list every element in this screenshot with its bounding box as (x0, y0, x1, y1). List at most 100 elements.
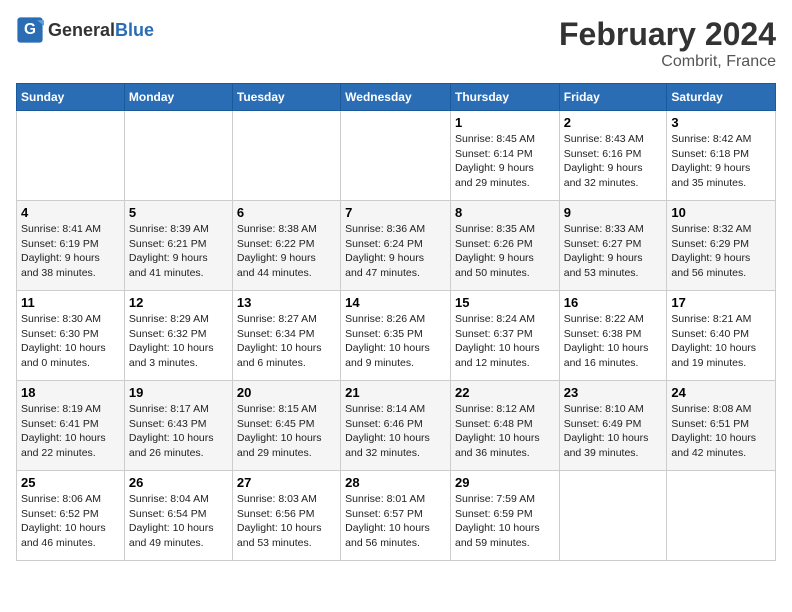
day-info: Sunrise: 8:22 AMSunset: 6:38 PMDaylight:… (564, 312, 663, 371)
day-info: Sunrise: 8:35 AMSunset: 6:26 PMDaylight:… (455, 222, 555, 281)
day-number: 21 (345, 385, 446, 400)
day-number: 4 (21, 205, 120, 220)
logo-blue-text: Blue (115, 20, 154, 41)
day-number: 1 (455, 115, 555, 130)
day-number: 22 (455, 385, 555, 400)
calendar-cell (667, 471, 776, 561)
calendar-subtitle: Combrit, France (559, 53, 776, 71)
weekday-header-monday: Monday (124, 84, 232, 111)
calendar-cell (559, 471, 667, 561)
calendar-cell: 18 Sunrise: 8:19 AMSunset: 6:41 PMDayligh… (17, 381, 125, 471)
day-info: Sunrise: 8:14 AMSunset: 6:46 PMDaylight:… (345, 402, 446, 461)
day-info: Sunrise: 8:45 AMSunset: 6:14 PMDaylight:… (455, 132, 555, 191)
title-block: February 2024 Combrit, France (559, 16, 776, 71)
day-number: 23 (564, 385, 663, 400)
day-number: 7 (345, 205, 446, 220)
calendar-cell: 3 Sunrise: 8:42 AMSunset: 6:18 PMDaylight… (667, 111, 776, 201)
week-row-2: 4Sunrise: 8:41 AMSunset: 6:19 PMDaylight… (17, 201, 776, 291)
day-number: 10 (671, 205, 771, 220)
day-info: Sunrise: 8:06 AMSunset: 6:52 PMDaylight:… (21, 492, 120, 551)
calendar-cell: 4Sunrise: 8:41 AMSunset: 6:19 PMDaylight… (17, 201, 125, 291)
day-info: Sunrise: 8:24 AMSunset: 6:37 PMDaylight:… (455, 312, 555, 371)
calendar-cell: 13 Sunrise: 8:27 AMSunset: 6:34 PMDayligh… (232, 291, 340, 381)
calendar-cell: 19Sunrise: 8:17 AMSunset: 6:43 PMDayligh… (124, 381, 232, 471)
day-number: 17 (671, 295, 771, 310)
day-info: Sunrise: 8:03 AMSunset: 6:56 PMDaylight:… (237, 492, 336, 551)
calendar-cell: 2 Sunrise: 8:43 AMSunset: 6:16 PMDaylight… (559, 111, 667, 201)
day-info: Sunrise: 8:29 AMSunset: 6:32 PMDaylight:… (129, 312, 228, 371)
day-number: 18 (21, 385, 120, 400)
week-row-3: 11 Sunrise: 8:30 AMSunset: 6:30 PMDayligh… (17, 291, 776, 381)
page-header: G General Blue February 2024 Combrit, Fr… (16, 16, 776, 71)
day-number: 25 (21, 475, 120, 490)
calendar-cell: 16 Sunrise: 8:22 AMSunset: 6:38 PMDayligh… (559, 291, 667, 381)
calendar-cell: 11 Sunrise: 8:30 AMSunset: 6:30 PMDayligh… (17, 291, 125, 381)
calendar-cell (124, 111, 232, 201)
day-info: Sunrise: 7:59 AMSunset: 6:59 PMDaylight:… (455, 492, 555, 551)
day-number: 15 (455, 295, 555, 310)
weekday-header-tuesday: Tuesday (232, 84, 340, 111)
calendar-cell: 6 Sunrise: 8:38 AMSunset: 6:22 PMDaylight… (232, 201, 340, 291)
calendar-cell: 28Sunrise: 8:01 AMSunset: 6:57 PMDayligh… (341, 471, 451, 561)
day-info: Sunrise: 8:10 AMSunset: 6:49 PMDaylight:… (564, 402, 663, 461)
day-info: Sunrise: 8:26 AMSunset: 6:35 PMDaylight:… (345, 312, 446, 371)
calendar-cell (17, 111, 125, 201)
logo-icon: G (16, 16, 44, 44)
day-number: 6 (237, 205, 336, 220)
day-info: Sunrise: 8:08 AMSunset: 6:51 PMDaylight:… (671, 402, 771, 461)
day-number: 2 (564, 115, 663, 130)
day-info: Sunrise: 8:27 AMSunset: 6:34 PMDaylight:… (237, 312, 336, 371)
day-info: Sunrise: 8:19 AMSunset: 6:41 PMDaylight:… (21, 402, 120, 461)
calendar-cell: 15 Sunrise: 8:24 AMSunset: 6:37 PMDayligh… (450, 291, 559, 381)
calendar-cell: 21 Sunrise: 8:14 AMSunset: 6:46 PMDayligh… (341, 381, 451, 471)
logo-general-text: General (48, 20, 115, 41)
day-info: Sunrise: 8:21 AMSunset: 6:40 PMDaylight:… (671, 312, 771, 371)
calendar-cell: 10 Sunrise: 8:32 AMSunset: 6:29 PMDayligh… (667, 201, 776, 291)
day-info: Sunrise: 8:33 AMSunset: 6:27 PMDaylight:… (564, 222, 663, 281)
day-number: 14 (345, 295, 446, 310)
logo: G General Blue (16, 16, 154, 44)
calendar-cell: 1 Sunrise: 8:45 AMSunset: 6:14 PMDaylight… (450, 111, 559, 201)
calendar-cell: 12 Sunrise: 8:29 AMSunset: 6:32 PMDayligh… (124, 291, 232, 381)
day-info: Sunrise: 8:30 AMSunset: 6:30 PMDaylight:… (21, 312, 120, 371)
calendar-cell: 17 Sunrise: 8:21 AMSunset: 6:40 PMDayligh… (667, 291, 776, 381)
day-info: Sunrise: 8:43 AMSunset: 6:16 PMDaylight:… (564, 132, 663, 191)
calendar-cell: 8 Sunrise: 8:35 AMSunset: 6:26 PMDaylight… (450, 201, 559, 291)
calendar-cell: 29Sunrise: 7:59 AMSunset: 6:59 PMDayligh… (450, 471, 559, 561)
calendar-cell: 25 Sunrise: 8:06 AMSunset: 6:52 PMDayligh… (17, 471, 125, 561)
day-info: Sunrise: 8:01 AMSunset: 6:57 PMDaylight:… (345, 492, 446, 551)
weekday-header-friday: Friday (559, 84, 667, 111)
calendar-cell: 5 Sunrise: 8:39 AMSunset: 6:21 PMDaylight… (124, 201, 232, 291)
day-number: 11 (21, 295, 120, 310)
calendar-cell: 26Sunrise: 8:04 AMSunset: 6:54 PMDayligh… (124, 471, 232, 561)
day-info: Sunrise: 8:36 AMSunset: 6:24 PMDaylight:… (345, 222, 446, 281)
day-number: 20 (237, 385, 336, 400)
day-number: 3 (671, 115, 771, 130)
day-info: Sunrise: 8:15 AMSunset: 6:45 PMDaylight:… (237, 402, 336, 461)
calendar-cell (341, 111, 451, 201)
day-info: Sunrise: 8:42 AMSunset: 6:18 PMDaylight:… (671, 132, 771, 191)
calendar-cell: 27Sunrise: 8:03 AMSunset: 6:56 PMDayligh… (232, 471, 340, 561)
calendar-cell: 7 Sunrise: 8:36 AMSunset: 6:24 PMDaylight… (341, 201, 451, 291)
day-info: Sunrise: 8:38 AMSunset: 6:22 PMDaylight:… (237, 222, 336, 281)
day-number: 26 (129, 475, 228, 490)
weekday-header-row: SundayMondayTuesdayWednesdayThursdayFrid… (17, 84, 776, 111)
day-info: Sunrise: 8:39 AMSunset: 6:21 PMDaylight:… (129, 222, 228, 281)
day-number: 13 (237, 295, 336, 310)
calendar-cell: 14 Sunrise: 8:26 AMSunset: 6:35 PMDayligh… (341, 291, 451, 381)
calendar-cell (232, 111, 340, 201)
weekday-header-saturday: Saturday (667, 84, 776, 111)
week-row-4: 18 Sunrise: 8:19 AMSunset: 6:41 PMDayligh… (17, 381, 776, 471)
calendar-title: February 2024 (559, 16, 776, 53)
day-number: 5 (129, 205, 228, 220)
weekday-header-thursday: Thursday (450, 84, 559, 111)
calendar-cell: 23 Sunrise: 8:10 AMSunset: 6:49 PMDayligh… (559, 381, 667, 471)
day-number: 12 (129, 295, 228, 310)
calendar-cell: 24 Sunrise: 8:08 AMSunset: 6:51 PMDayligh… (667, 381, 776, 471)
day-number: 24 (671, 385, 771, 400)
day-number: 16 (564, 295, 663, 310)
day-info: Sunrise: 8:32 AMSunset: 6:29 PMDaylight:… (671, 222, 771, 281)
weekday-header-sunday: Sunday (17, 84, 125, 111)
day-number: 19 (129, 385, 228, 400)
day-number: 8 (455, 205, 555, 220)
